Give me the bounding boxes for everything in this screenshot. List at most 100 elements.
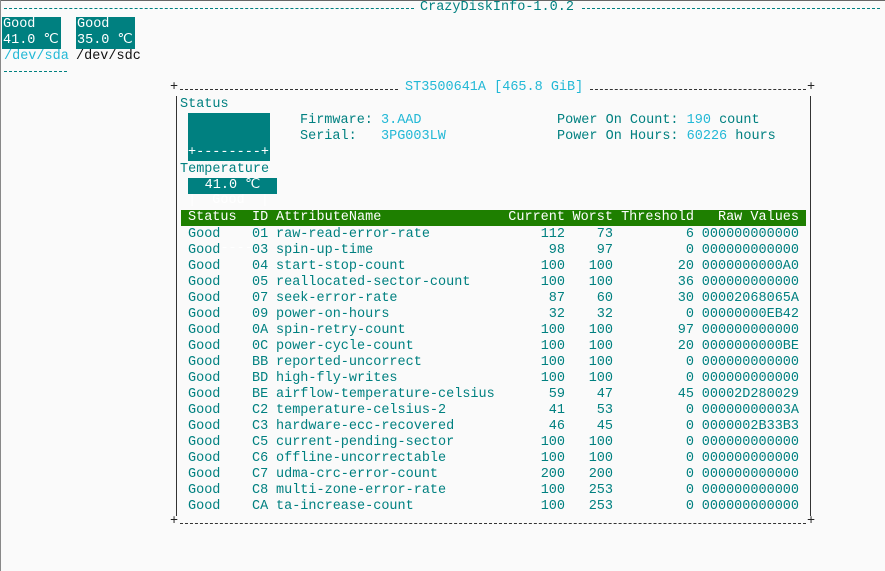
table-row[interactable]: Good BD high-fly-writes 100 100 0 000000000000 <box>181 371 806 387</box>
panel-top-rule-right <box>590 89 806 90</box>
cell-id: BB <box>252 355 269 370</box>
cell-status: Good <box>188 403 221 418</box>
cell-threshold: 0 <box>685 451 694 466</box>
cell-id: 04 <box>252 259 269 274</box>
cell-status: Good <box>188 499 221 514</box>
cell-current: 100 <box>540 355 565 370</box>
cell-worst: 253 <box>588 483 613 498</box>
cell-worst: 100 <box>588 339 613 354</box>
table-row[interactable]: Good C8 multi-zone-error-rate 100 253 0 000000… <box>181 483 806 499</box>
table-header: Status ID AttributeName Current Worst Thresho… <box>181 210 806 226</box>
cell-raw-value: 000000000000 <box>701 227 799 242</box>
cell-worst: 32 <box>596 307 613 322</box>
table-row[interactable]: Good 07 seek-error-rate 87 60 30 00002068065A <box>181 291 806 307</box>
cell-status: Good <box>188 259 221 274</box>
disk-tab-sda[interactable]: Good 41.0 ℃ <box>2 17 61 49</box>
table-row[interactable]: Good 05 reallocated-sector-count 100 100 36 00… <box>181 275 806 291</box>
cell-worst: 253 <box>588 499 613 514</box>
status-box: +--------+ | Good | +--------+ <box>188 113 270 256</box>
cell-current: 100 <box>540 339 565 354</box>
cell-threshold: 0 <box>685 403 694 418</box>
cell-attribute-name: reallocated-sector-count <box>276 275 471 290</box>
cell-current: 87 <box>548 291 565 306</box>
cell-current: 200 <box>540 467 565 482</box>
temperature-label: Temperature <box>180 162 270 177</box>
panel-right-border <box>810 96 811 516</box>
cell-current: 100 <box>540 435 565 450</box>
cell-attribute-name: temperature-celsius-2 <box>276 403 447 418</box>
power-count-label: Power On Count: <box>557 113 679 128</box>
cell-id: C6 <box>252 451 269 466</box>
table-row[interactable]: Good BB reported-uncorrect 100 100 0 000000000… <box>181 355 806 371</box>
cell-id: C5 <box>252 435 269 450</box>
cell-worst: 100 <box>588 259 613 274</box>
cell-threshold: 20 <box>677 339 694 354</box>
cell-worst: 47 <box>596 387 613 402</box>
cell-raw-value: 000000000000 <box>701 371 799 386</box>
table-row[interactable]: Good C7 udma-crc-error-count 200 200 0 0000000… <box>181 467 806 483</box>
cell-worst: 200 <box>588 467 613 482</box>
cell-status: Good <box>188 467 221 482</box>
table-row[interactable]: Good C2 temperature-celsius-2 41 53 0 00000000… <box>181 403 806 419</box>
cell-threshold: 97 <box>677 323 694 338</box>
table-row[interactable]: Good 0C power-cycle-count 100 100 20 000000000… <box>181 339 806 355</box>
disk-model: ST3500641A <box>405 80 487 95</box>
cell-id: 01 <box>252 227 269 242</box>
power-hours-unit: hours <box>735 129 776 144</box>
cell-worst: 97 <box>596 243 613 258</box>
table-row[interactable]: Good C5 current-pending-sector 100 100 0 00000… <box>181 435 806 451</box>
cell-attribute-name: high-fly-writes <box>276 371 398 386</box>
disk-tab-sdc[interactable]: Good 35.0 ℃ <box>76 17 135 49</box>
disk-status: Good <box>77 17 110 32</box>
cell-current: 100 <box>540 499 565 514</box>
disk-device-sdc[interactable]: /dev/sdc <box>76 49 141 65</box>
cell-threshold: 0 <box>685 355 694 370</box>
cell-worst: 100 <box>588 323 613 338</box>
cell-threshold: 36 <box>677 275 694 290</box>
panel-corner: + <box>807 514 816 529</box>
table-row[interactable]: Good C6 offline-uncorrectable 100 100 0 000000… <box>181 451 806 467</box>
cell-attribute-name: spin-up-time <box>276 243 374 258</box>
cell-worst: 100 <box>588 371 613 386</box>
disk-device-sda[interactable]: /dev/sda <box>4 49 69 65</box>
panel-bottom-rule <box>180 523 806 524</box>
cell-raw-value: 000000000000 <box>701 275 799 290</box>
status-box-top: +--------+ <box>188 145 270 160</box>
cell-status: Good <box>188 355 221 370</box>
cell-threshold: 0 <box>685 307 694 322</box>
table-row[interactable]: Good 01 raw-read-error-rate 112 73 6 000000000… <box>181 227 806 243</box>
table-row[interactable]: Good BE airflow-temperature-celsius 59 47 45 0… <box>181 387 806 403</box>
cell-id: C3 <box>252 419 269 434</box>
cell-raw-value: 000000000000 <box>701 243 799 258</box>
cell-current: 100 <box>540 259 565 274</box>
cell-raw-value: 0000000000BE <box>701 339 799 354</box>
table-row[interactable]: Good 03 spin-up-time 98 97 0 000000000000 <box>181 243 806 259</box>
table-row[interactable]: Good 0A spin-retry-count 100 100 97 0000000000… <box>181 323 806 339</box>
cell-threshold: 0 <box>685 483 694 498</box>
cell-raw-value: 000000000000 <box>701 499 799 514</box>
firmware-value: 3.AAD <box>381 113 422 128</box>
power-on-hours: Power On Hours: 60226 hours <box>557 129 776 145</box>
cell-status: Good <box>188 451 221 466</box>
cell-threshold: 20 <box>677 259 694 274</box>
cell-current: 100 <box>540 451 565 466</box>
status-label: Status <box>180 97 229 112</box>
cell-threshold: 0 <box>685 435 694 450</box>
cell-status: Good <box>188 339 221 354</box>
cell-status: Good <box>188 371 221 386</box>
cell-status: Good <box>188 323 221 338</box>
table-row[interactable]: Good 04 start-stop-count 100 100 20 0000000000… <box>181 259 806 275</box>
cell-attribute-name: offline-uncorrectable <box>276 451 447 466</box>
cell-current: 41 <box>548 403 565 418</box>
cell-id: C8 <box>252 483 269 498</box>
table-row[interactable]: Good CA ta-increase-count 100 253 0 0000000000… <box>181 499 806 515</box>
cell-status: Good <box>188 419 221 434</box>
cell-worst: 100 <box>588 355 613 370</box>
cell-threshold: 0 <box>685 419 694 434</box>
cell-raw-value: 0000000000A0 <box>701 259 799 274</box>
table-row[interactable]: Good C3 hardware-ecc-recovered 46 45 0 0000002… <box>181 419 806 435</box>
cell-status: Good <box>188 435 221 450</box>
table-row[interactable]: Good 09 power-on-hours 32 32 0 00000000EB42 <box>181 307 806 323</box>
cell-threshold: 30 <box>677 291 694 306</box>
cell-raw-value: 00000000003A <box>701 403 799 418</box>
